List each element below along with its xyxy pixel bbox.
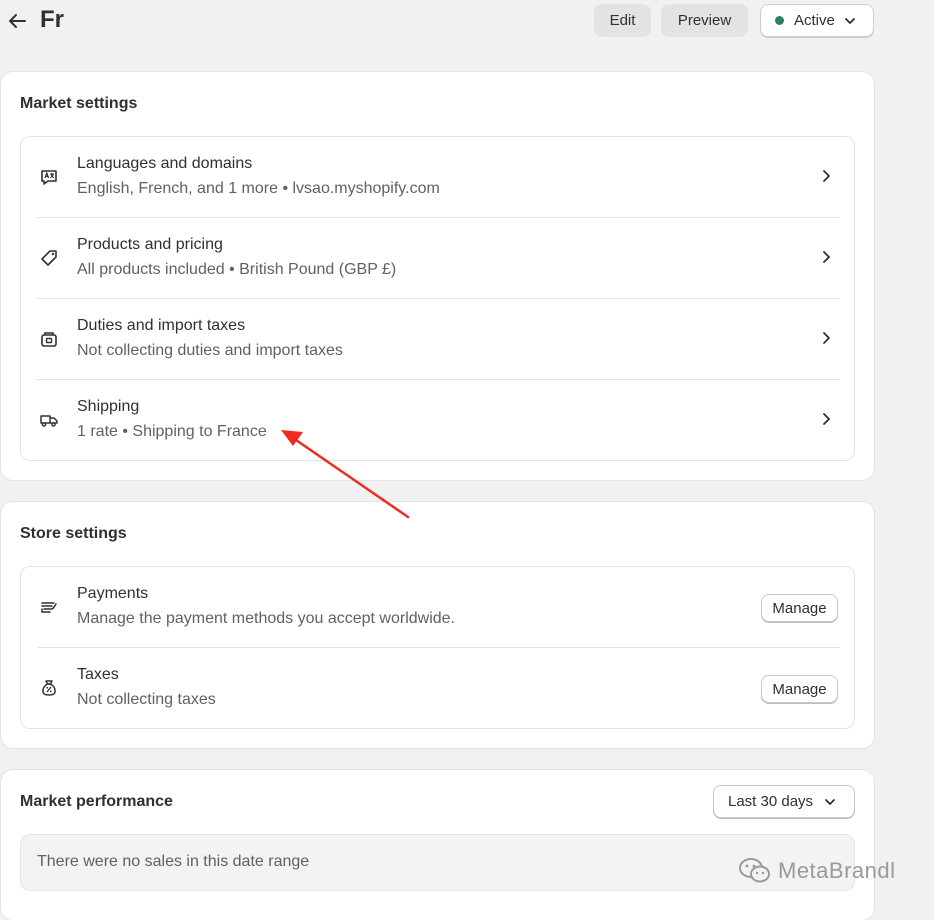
tax-bag-icon [42, 680, 56, 696]
duties-box-icon [41, 332, 57, 347]
date-range-label: Last 30 days [728, 793, 814, 810]
back-arrow-icon[interactable] [6, 10, 28, 32]
watermark: MetaBrandl [738, 855, 896, 887]
edit-button[interactable]: Edit [594, 4, 651, 37]
empty-state: There were no sales in this date range [20, 834, 855, 891]
date-range-dropdown[interactable]: Last 30 days [713, 785, 855, 818]
row-subtitle: 1 rate • Shipping to France [77, 423, 267, 440]
row-subtitle: Not collecting taxes [77, 691, 216, 708]
list-item-shipping[interactable]: Shipping 1 rate • Shipping to France [21, 380, 854, 461]
chevron-down-icon [844, 17, 855, 24]
manage-taxes-button[interactable]: Manage [761, 675, 838, 703]
store-settings-list: Payments Manage the payment methods you … [20, 566, 855, 729]
store-settings-title: Store settings [20, 525, 127, 542]
chevron-right-icon [823, 332, 830, 344]
row-subtitle: All products included • British Pound (G… [77, 261, 397, 278]
store-settings-card: Store settings Payments Manage the payme… [1, 502, 874, 748]
watermark-text: MetaBrandl [778, 858, 896, 883]
row-subtitle: Not collecting duties and import taxes [77, 342, 343, 359]
market-settings-title: Market settings [20, 95, 138, 112]
market-settings-card: Market settings Languages and domains En… [1, 72, 874, 480]
status-dot [775, 16, 784, 25]
row-subtitle: English, French, and 1 more • lvsao.mysh… [77, 180, 440, 197]
price-tag-icon [41, 250, 57, 266]
row-title: Duties and import taxes [77, 317, 246, 334]
status-dropdown[interactable]: Active [760, 4, 874, 37]
status-label: Active [794, 12, 835, 29]
row-title: Languages and domains [77, 155, 253, 172]
market-performance-title: Market performance [20, 793, 173, 810]
row-title: Shipping [77, 398, 140, 415]
market-settings-list: Languages and domains English, French, a… [20, 136, 855, 461]
list-item-taxes: Taxes Not collecting taxes Manage [21, 648, 854, 729]
market-performance-card: Market performance Last 30 days There we… [1, 770, 874, 920]
page-header: Fr Edit Preview Active [0, 0, 934, 44]
chevron-right-icon [823, 170, 830, 182]
list-item-duties-import-taxes[interactable]: Duties and import taxes Not collecting d… [21, 299, 854, 380]
list-item-products-pricing[interactable]: Products and pricing All products includ… [21, 218, 854, 299]
delivery-truck-icon [40, 415, 58, 427]
language-icon [41, 170, 57, 185]
chevron-right-icon [823, 413, 830, 425]
list-item-languages-domains[interactable]: Languages and domains English, French, a… [21, 137, 854, 218]
preview-button[interactable]: Preview [661, 4, 748, 37]
manage-payments-button[interactable]: Manage [761, 594, 838, 622]
row-title: Taxes [77, 666, 119, 683]
page-title: Fr [40, 6, 64, 33]
row-title: Payments [77, 585, 149, 602]
wechat-icon [739, 858, 770, 883]
list-item-payments: Payments Manage the payment methods you … [21, 567, 854, 648]
row-subtitle: Manage the payment methods you accept wo… [77, 610, 455, 627]
chevron-down-icon [825, 798, 835, 805]
row-title: Products and pricing [77, 236, 223, 253]
empty-state-message: There were no sales in this date range [37, 853, 310, 870]
payment-hand-icon [41, 602, 57, 613]
chevron-right-icon [823, 251, 830, 263]
